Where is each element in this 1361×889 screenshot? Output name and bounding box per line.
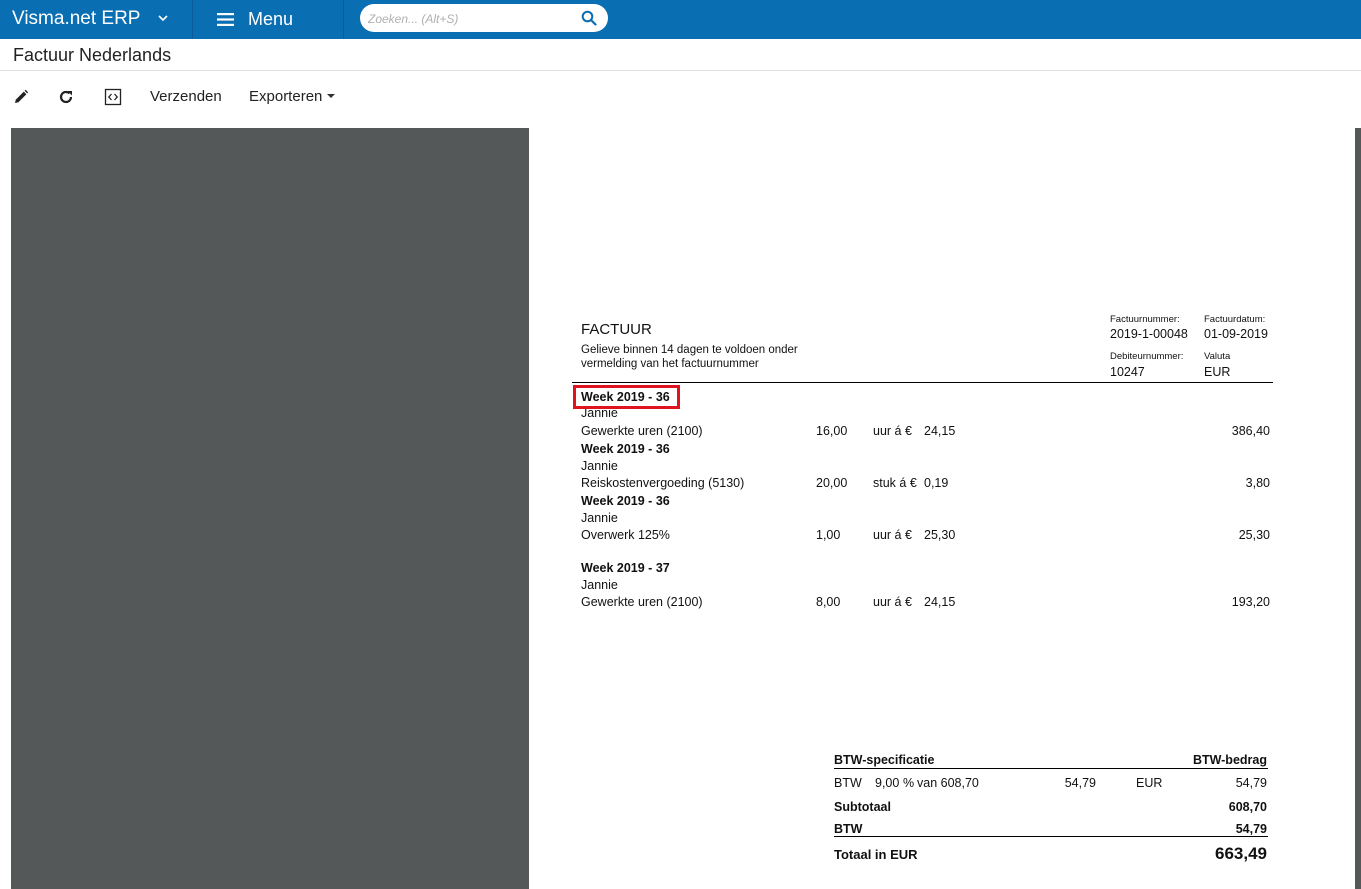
line-description: Overwerk 125% (581, 528, 670, 542)
invoice-date-label: Factuurdatum: (1204, 314, 1266, 325)
subtotal-value: 608,70 (1228, 800, 1267, 814)
line-person: Jannie (581, 511, 618, 525)
brand-label: Visma.net ERP (12, 8, 141, 29)
vat-row-vat: 54,79 (1064, 776, 1096, 790)
line-description: Reiskostenvergoeding (5130) (581, 476, 745, 490)
line-price: 0,19 (924, 476, 949, 490)
line-price: 24,15 (924, 424, 956, 438)
invoice-title: FACTUUR (581, 321, 652, 338)
line-amount: 3,80 (1245, 476, 1270, 490)
source-code-icon[interactable] (104, 88, 122, 106)
invoice-number-label: Factuurnummer: (1110, 314, 1180, 325)
vat-header-divider (834, 768, 1268, 769)
line-description: Gewerkte uren (2100) (581, 595, 703, 609)
line-price: 24,15 (924, 595, 956, 609)
line-week: Week 2019 - 36 (581, 442, 670, 456)
instruction-line-2: vermelding van het factuurnummer (581, 358, 759, 370)
search-input[interactable] (366, 9, 570, 29)
pdf-viewer[interactable] (11, 128, 1361, 889)
line-person: Jannie (581, 459, 618, 473)
hamburger-icon (217, 13, 234, 26)
vat-total-label: BTW (834, 822, 863, 836)
menu-button[interactable]: Menu (193, 0, 344, 39)
page-top-strip (584, 252, 800, 260)
grand-total-label: Totaal in EUR (834, 847, 918, 862)
line-unit: uur á € (873, 528, 912, 542)
line-quantity: 16,00 (816, 424, 848, 438)
header-divider (572, 382, 1273, 383)
brand-switcher[interactable]: Visma.net ERP (0, 0, 193, 39)
search-box (360, 4, 608, 32)
vat-row-amount: 54,79 (1235, 776, 1267, 790)
vat-row-currency: EUR (1136, 776, 1163, 790)
invoice-number: 2019-1-00048 (1110, 327, 1188, 341)
vat-row-rate: 9,00 (875, 776, 900, 790)
vat-row-pct: % (903, 776, 915, 790)
line-amount: 386,40 (1231, 424, 1270, 438)
highlight-box (573, 385, 680, 409)
export-label: Exporteren (249, 88, 323, 105)
menu-label: Menu (248, 9, 294, 29)
vat-row-base: van 608,70 (917, 776, 979, 790)
line-quantity: 1,00 (816, 528, 841, 542)
top-navigation-bar: Visma.net ERP Menu (0, 0, 1361, 39)
line-person: Jannie (581, 578, 618, 592)
vat-total-value: 54,79 (1235, 822, 1267, 836)
subtotal-label: Subtotaal (834, 800, 891, 814)
line-amount: 193,20 (1231, 595, 1270, 609)
line-unit: stuk á € (873, 476, 917, 490)
invoice-date: 01-09-2019 (1204, 327, 1268, 341)
debtor-number-label: Debiteurnummer: (1110, 351, 1184, 362)
invoice-page (529, 128, 1355, 889)
export-dropdown[interactable]: Exporteren (249, 88, 336, 105)
grand-total-value: 663,49 (1215, 844, 1267, 863)
line-week: Week 2019 - 36 (581, 494, 670, 508)
caret-down-icon (327, 94, 336, 99)
vat-amount-header: BTW-bedrag (1192, 753, 1267, 767)
line-quantity: 8,00 (816, 595, 841, 609)
page-title-bar: Factuur Nederlands (0, 39, 1361, 71)
send-button[interactable]: Verzenden (150, 88, 222, 105)
search-icon[interactable] (581, 10, 597, 26)
debtor-number: 10247 (1110, 365, 1145, 379)
chevron-down-icon (158, 15, 168, 21)
edit-pencil-icon[interactable] (12, 88, 30, 106)
line-unit: uur á € (873, 424, 912, 438)
vat-row-label: BTW (834, 776, 862, 790)
line-week: Week 2019 - 37 (581, 561, 670, 575)
refresh-icon[interactable] (57, 88, 75, 106)
instruction-line-1: Gelieve binnen 14 dagen te voldoen onder (581, 344, 798, 356)
line-description: Gewerkte uren (2100) (581, 424, 703, 438)
page-title: Factuur Nederlands (13, 45, 172, 65)
total-divider (834, 836, 1268, 837)
vat-spec-header: BTW-specificatie (834, 753, 935, 767)
currency-label: Valuta (1204, 351, 1231, 362)
line-quantity: 20,00 (816, 476, 848, 490)
line-amount: 25,30 (1238, 528, 1270, 542)
line-price: 25,30 (924, 528, 956, 542)
currency: EUR (1204, 365, 1231, 379)
line-unit: uur á € (873, 595, 912, 609)
toolbar: Verzenden Exporteren (0, 71, 1361, 128)
